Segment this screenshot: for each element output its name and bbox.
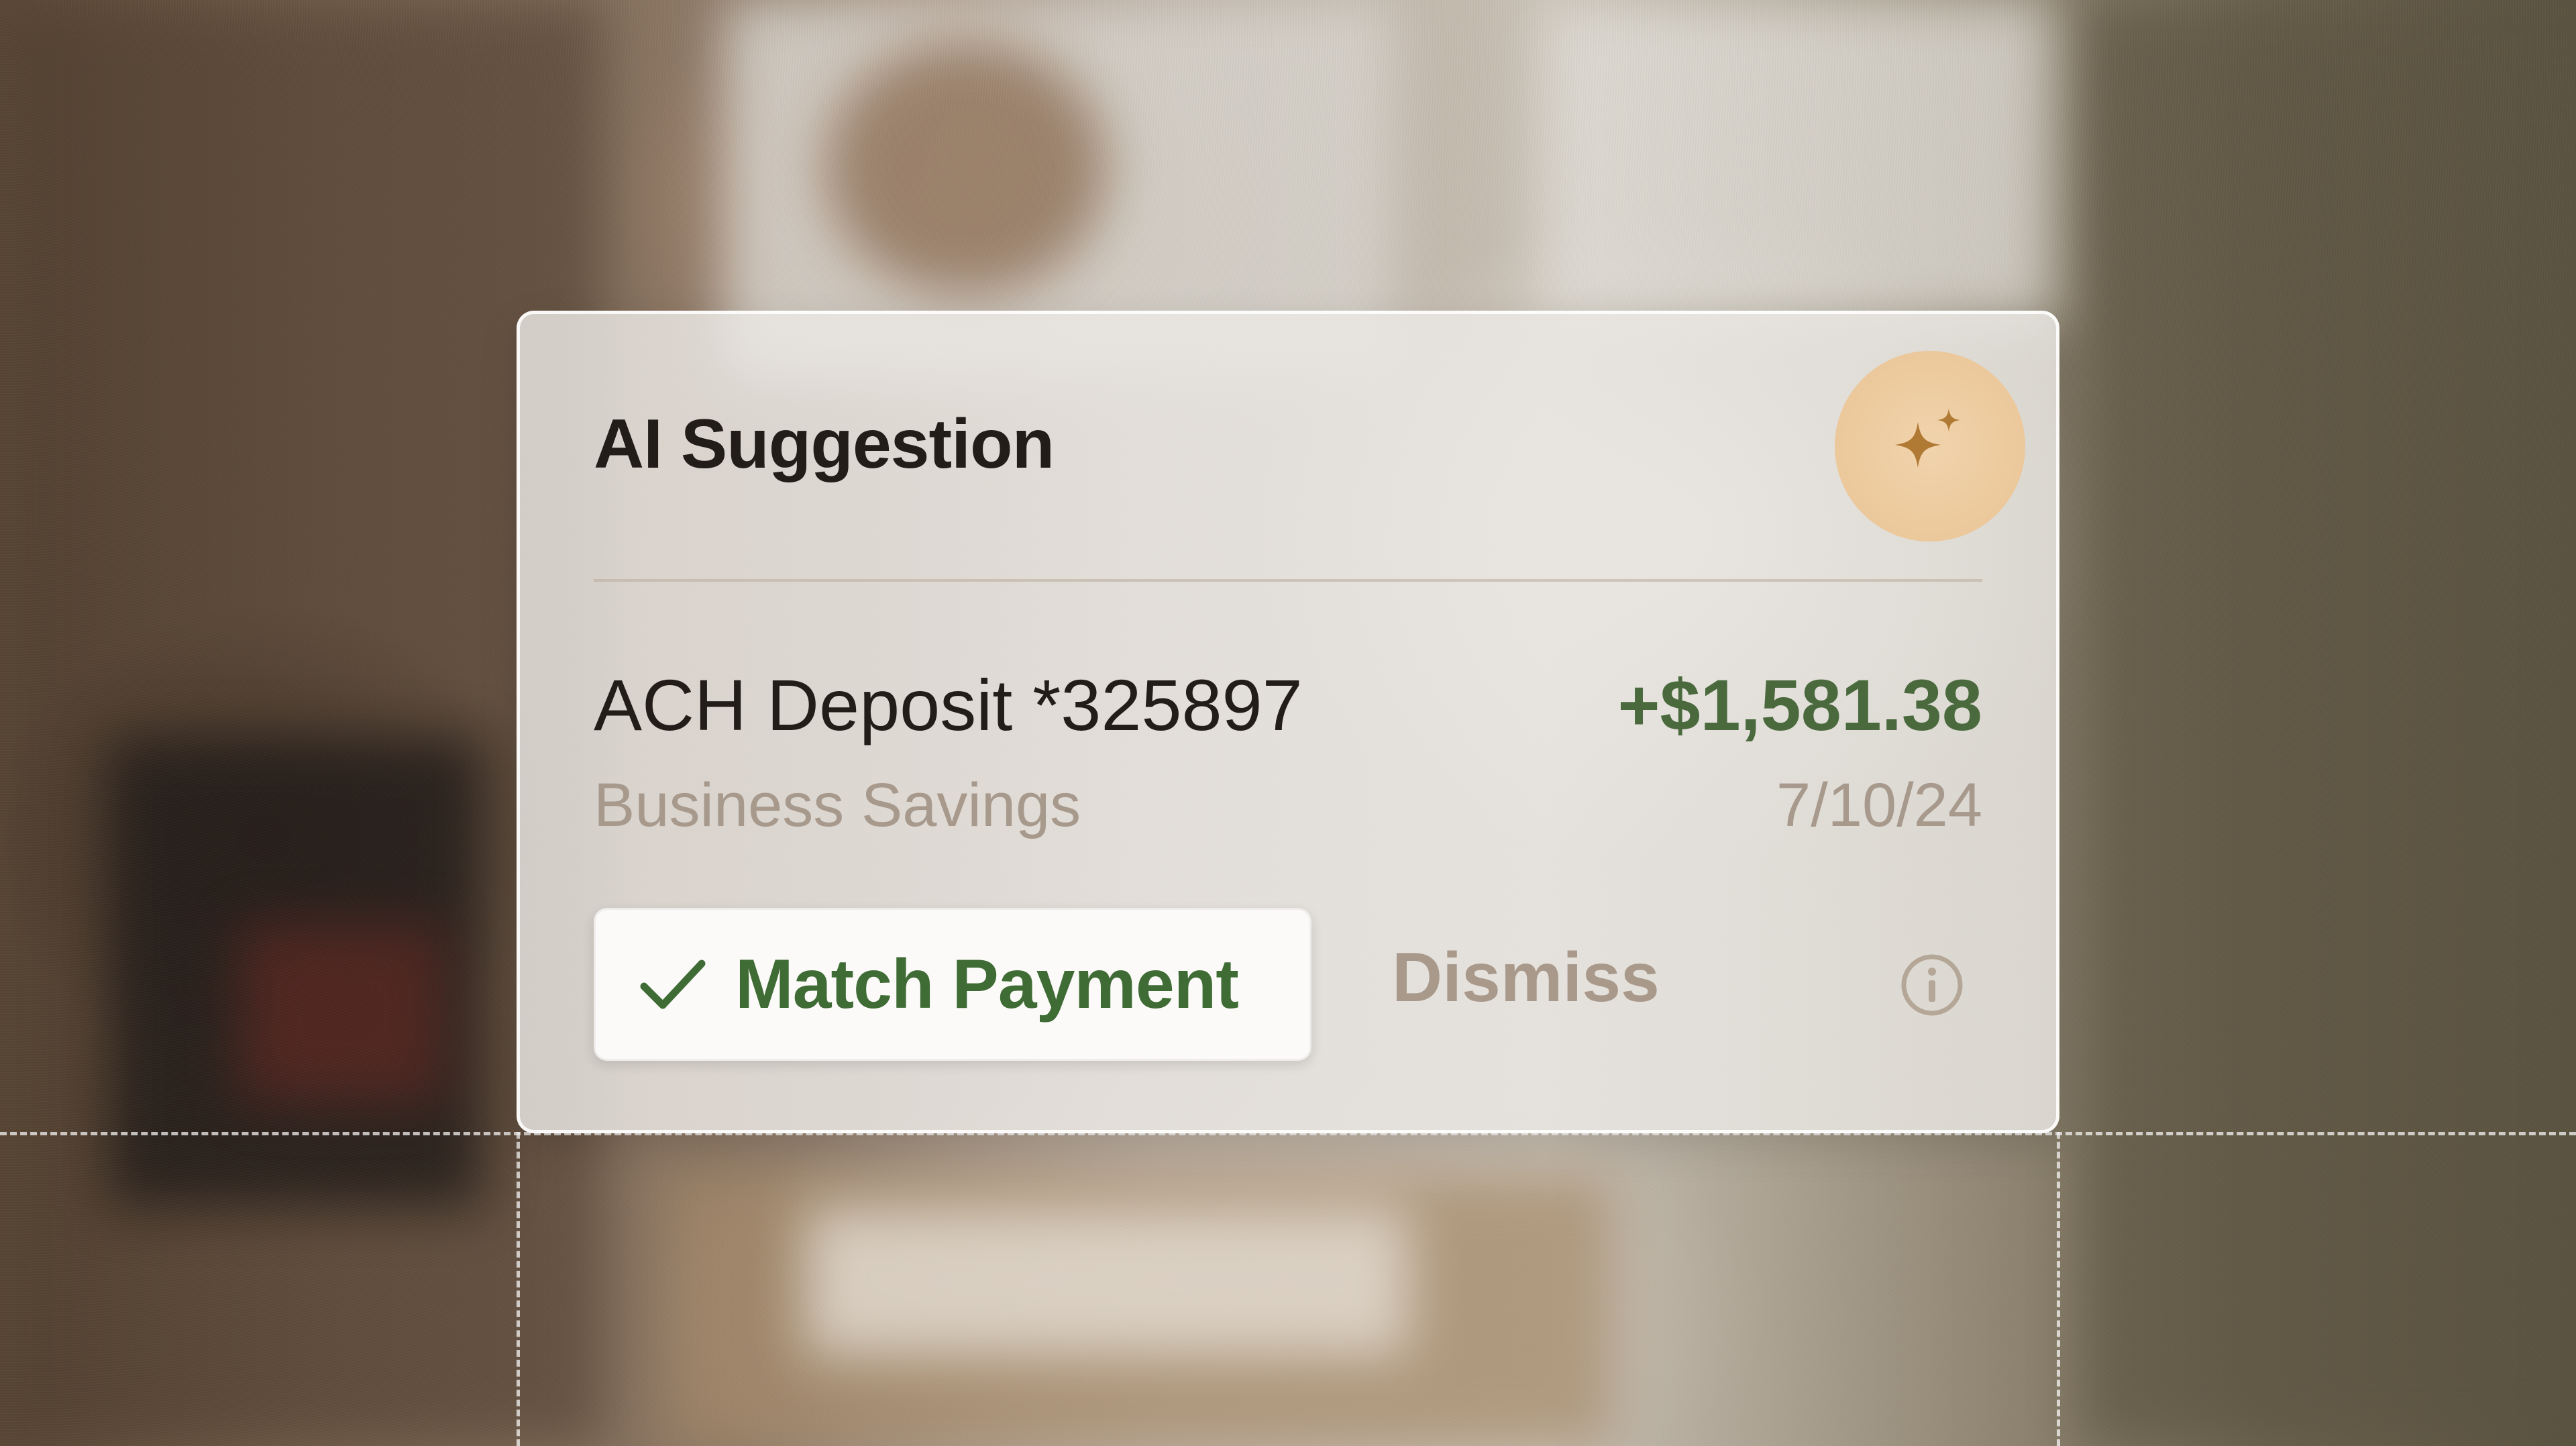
dashed-guide-left — [517, 1132, 520, 1446]
bg-paper — [805, 1208, 1409, 1355]
sparkle-icon — [1895, 409, 1960, 468]
card-title: AI Suggestion — [594, 405, 1055, 483]
info-icon[interactable] — [1898, 951, 1966, 1019]
dashed-guide-right — [2057, 1132, 2060, 1446]
ai-suggestion-card: AI Suggestion ACH Deposit *325897 +$1,58… — [517, 311, 2059, 1133]
bg-shadow-left — [0, 0, 604, 1446]
bg-person — [825, 40, 1107, 295]
divider — [594, 579, 1982, 582]
background-photo: AI Suggestion ACH Deposit *325897 +$1,58… — [0, 0, 2576, 1446]
transaction-account: Business Savings — [594, 771, 1081, 839]
match-payment-button[interactable]: Match Payment — [594, 908, 1311, 1061]
transaction-date: 7/10/24 — [1776, 771, 1982, 839]
checkmark-icon — [640, 960, 706, 1009]
transaction-name: ACH Deposit *325897 — [594, 664, 1303, 745]
bg-shadow-right — [2080, 0, 2576, 1446]
ai-badge — [1835, 351, 2025, 541]
bg-window-right — [1543, 0, 2053, 322]
match-payment-label: Match Payment — [735, 945, 1239, 1023]
bg-flag — [241, 926, 443, 1100]
transaction-amount: +$1,581.38 — [1617, 664, 1982, 745]
dismiss-button[interactable]: Dismiss — [1392, 938, 1660, 1018]
